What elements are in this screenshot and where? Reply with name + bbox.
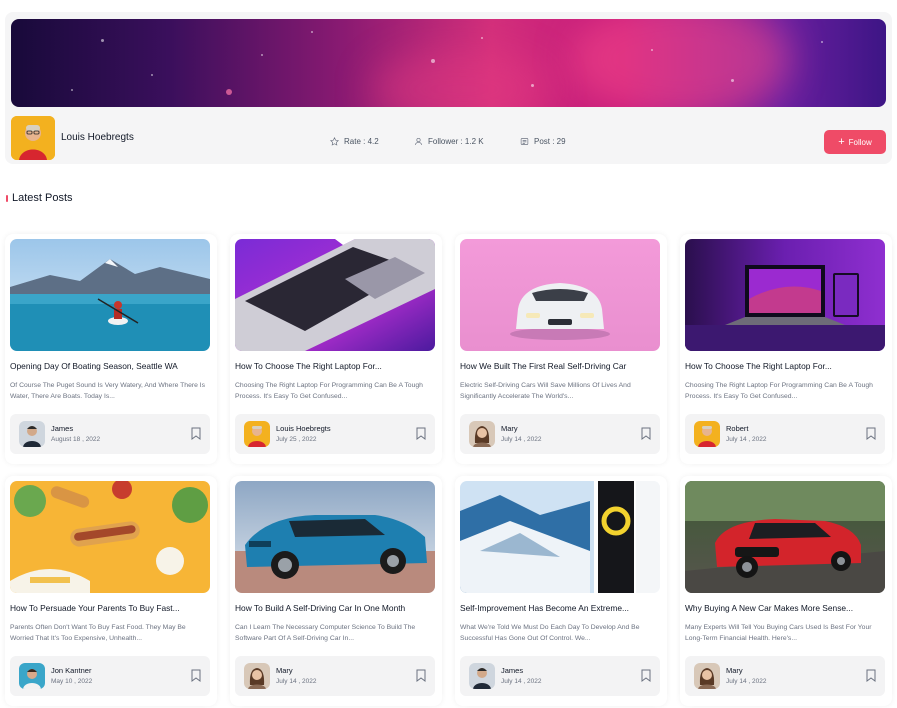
post-author-bar: Mary July 14 , 2022 (460, 414, 660, 454)
author-name[interactable]: Jon Kantner (51, 666, 91, 675)
user-icon (414, 137, 423, 145)
post-card[interactable]: How To Build A Self-Driving Car In One M… (230, 476, 442, 706)
author-avatar (19, 421, 45, 447)
post-date: July 14 , 2022 (501, 678, 542, 685)
author-name[interactable]: James (501, 666, 523, 675)
post-title[interactable]: How To Choose The Right Laptop For... (685, 361, 885, 371)
post-date: July 25 , 2022 (276, 436, 317, 443)
author-name[interactable]: Mary (501, 424, 518, 433)
section-heading: Latest Posts (6, 192, 73, 204)
post-card[interactable]: How To Persuade Your Parents To Buy Fast… (5, 476, 217, 706)
author-name[interactable]: Mary (726, 666, 743, 675)
plus-icon: + (838, 135, 845, 148)
post-image (235, 239, 435, 351)
post-author-bar: James August 18 , 2022 (10, 414, 210, 454)
post-date: May 10 , 2022 (51, 678, 93, 685)
stat-rate-label: Rate : 4.2 (344, 137, 379, 146)
document-icon (520, 138, 529, 145)
post-card[interactable]: How To Choose The Right Laptop For... Ch… (230, 234, 442, 464)
post-image (10, 481, 210, 593)
post-description: Can I Learn The Necessary Computer Scien… (235, 624, 416, 642)
post-image (235, 481, 435, 593)
section-title: Latest Posts (12, 192, 73, 204)
post-image (460, 239, 660, 351)
star-icon (330, 137, 339, 146)
bookmark-icon[interactable] (191, 427, 201, 440)
post-description: Of Course The Puget Sound Is Very Watery… (10, 382, 206, 400)
post-date: July 14 , 2022 (726, 678, 767, 685)
author-name[interactable]: Robert (726, 424, 749, 433)
post-description: Many Experts Will Tell You Buying Cars U… (685, 624, 872, 642)
post-card[interactable]: How To Choose The Right Laptop For... Ch… (680, 234, 892, 464)
section-accent-bar (6, 194, 8, 202)
post-card[interactable]: Why Buying A New Car Makes More Sense...… (680, 476, 892, 706)
follow-button[interactable]: + Follow (824, 130, 886, 154)
post-description: What We're Told We Must Do Each Day To D… (460, 624, 640, 642)
post-card[interactable]: Self-Improvement Has Become An Extreme..… (455, 476, 667, 706)
bookmark-icon[interactable] (416, 427, 426, 440)
bookmark-icon[interactable] (641, 427, 651, 440)
author-avatar (19, 663, 45, 689)
post-title[interactable]: How To Build A Self-Driving Car In One M… (235, 603, 435, 613)
profile-card: Louis Hoebregts Rate : 4.2 Follower : 1.… (5, 12, 892, 164)
post-image (10, 239, 210, 351)
bookmark-icon[interactable] (641, 669, 651, 682)
stat-post-label: Post : 29 (534, 137, 566, 146)
bookmark-icon[interactable] (416, 669, 426, 682)
post-description: Electric Self-Driving Cars Will Save Mil… (460, 382, 631, 400)
post-image (685, 239, 885, 351)
post-author-bar: Robert July 14 , 2022 (685, 414, 885, 454)
stat-follower-label: Follower : 1.2 K (428, 137, 484, 146)
post-title[interactable]: Self-Improvement Has Become An Extreme..… (460, 603, 660, 613)
profile-name: Louis Hoebregts (61, 132, 134, 143)
post-image (460, 481, 660, 593)
author-name[interactable]: James (51, 424, 73, 433)
post-author-bar: Mary July 14 , 2022 (235, 656, 435, 696)
post-card[interactable]: How We Built The First Real Self-Driving… (455, 234, 667, 464)
post-description: Choosing The Right Laptop For Programmin… (235, 382, 423, 400)
follow-button-label: Follow (848, 137, 872, 147)
profile-cover-image (11, 19, 886, 107)
post-author-bar: Louis Hoebregts July 25 , 2022 (235, 414, 435, 454)
author-name[interactable]: Mary (276, 666, 293, 675)
post-title[interactable]: How We Built The First Real Self-Driving… (460, 361, 660, 371)
stat-follower: Follower : 1.2 K (414, 137, 484, 146)
author-avatar (694, 663, 720, 689)
author-avatar (244, 421, 270, 447)
author-avatar (469, 421, 495, 447)
post-title[interactable]: Opening Day Of Boating Season, Seattle W… (10, 361, 210, 371)
post-card[interactable]: Opening Day Of Boating Season, Seattle W… (5, 234, 217, 464)
post-description: Choosing The Right Laptop For Programmin… (685, 382, 873, 400)
post-date: August 18 , 2022 (51, 436, 101, 443)
post-image (685, 481, 885, 593)
post-author-bar: Mary July 14 , 2022 (685, 656, 885, 696)
post-author-bar: Jon Kantner May 10 , 2022 (10, 656, 210, 696)
author-name[interactable]: Louis Hoebregts (276, 424, 331, 433)
stat-post: Post : 29 (520, 137, 566, 146)
post-description: Parents Often Don't Want To Buy Fast Foo… (10, 624, 186, 642)
post-date: July 14 , 2022 (276, 678, 317, 685)
author-avatar (469, 663, 495, 689)
post-title[interactable]: How To Persuade Your Parents To Buy Fast… (10, 603, 210, 613)
profile-avatar (11, 116, 55, 160)
author-avatar (244, 663, 270, 689)
bookmark-icon[interactable] (866, 427, 876, 440)
author-avatar (694, 421, 720, 447)
bookmark-icon[interactable] (866, 669, 876, 682)
post-title[interactable]: Why Buying A New Car Makes More Sense... (685, 603, 885, 613)
bookmark-icon[interactable] (191, 669, 201, 682)
post-author-bar: James July 14 , 2022 (460, 656, 660, 696)
post-title[interactable]: How To Choose The Right Laptop For... (235, 361, 435, 371)
stat-rate: Rate : 4.2 (330, 137, 379, 146)
post-date: July 14 , 2022 (726, 436, 767, 443)
post-date: July 14 , 2022 (501, 436, 542, 443)
